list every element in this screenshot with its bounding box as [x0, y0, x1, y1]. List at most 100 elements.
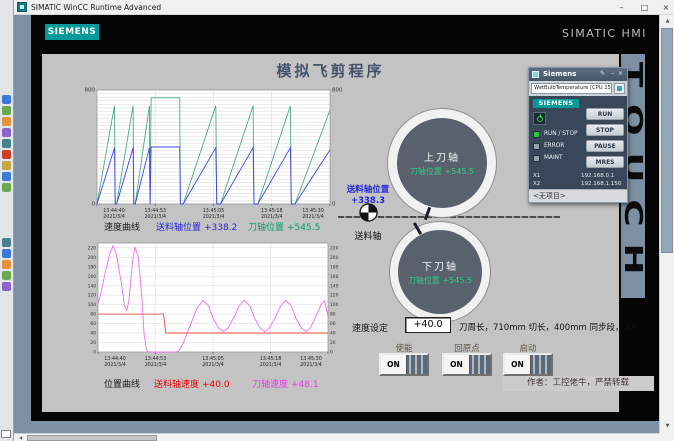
svg-text:2021/3/4: 2021/3/4 — [300, 362, 322, 368]
svg-text:13:45:05: 13:45:05 — [203, 208, 225, 214]
switch-grip — [531, 355, 551, 374]
svg-text:140: 140 — [330, 283, 339, 289]
feed-axis-label: 送料轴 — [338, 229, 398, 242]
svg-text:20: 20 — [90, 340, 96, 346]
background-app-icon — [2, 183, 11, 192]
desktop: SIMATIC WinCC Runtime Advanced – □ × SIE… — [0, 0, 674, 441]
svg-text:2021/3/4: 2021/3/4 — [202, 362, 224, 368]
maximize-button[interactable]: □ — [636, 0, 653, 15]
background-app-icon — [2, 238, 11, 247]
window-titlebar[interactable]: SIMATIC WinCC Runtime Advanced – □ × — [14, 0, 674, 15]
mres-button[interactable]: MRES — [586, 156, 624, 168]
upper-roller-name: 上刀轴 — [424, 149, 460, 164]
scroll-down-icon[interactable]: ▼ — [660, 420, 674, 433]
svg-text:800: 800 — [85, 88, 96, 94]
legend-item: 速度曲线 — [104, 220, 143, 233]
svg-text:220: 220 — [88, 245, 97, 251]
simatic-hmi-label: SIMATIC HMI — [562, 27, 647, 40]
plcsim-window: Siemens ✎ – × WetBulbTemperature [CPU 15… — [528, 67, 628, 203]
svg-text:13:45:30: 13:45:30 — [302, 208, 324, 214]
home-switch-group: 回原点 ON — [441, 342, 493, 378]
svg-text:2021/3/4: 2021/3/4 — [260, 362, 282, 368]
background-app-icon — [2, 271, 11, 280]
position-trend-chart: 2202202002001801801601601401401201201001… — [82, 238, 346, 374]
plcsim-instance-icon[interactable] — [614, 83, 625, 94]
svg-text:13:45:18: 13:45:18 — [260, 356, 282, 362]
run-button[interactable]: RUN — [586, 108, 624, 120]
plcsim-edit-icon[interactable]: ✎ — [600, 70, 605, 77]
background-app-icon — [2, 249, 11, 258]
svg-text:100: 100 — [88, 302, 97, 308]
stop-button[interactable]: STOP — [586, 124, 624, 136]
plcsim-siemens-logo: SIEMENS — [533, 99, 579, 108]
background-app-icon — [2, 106, 11, 115]
minimize-button[interactable]: – — [613, 0, 630, 15]
cut-parameters-text: 刀周长，710mm 切长，400mm 同步段，30° — [459, 321, 639, 333]
svg-text:180: 180 — [330, 264, 339, 270]
plcsim-close-icon[interactable]: × — [618, 70, 623, 77]
background-app-icon — [2, 161, 11, 170]
speed-setpoint-label: 速度设定 — [352, 321, 388, 334]
enable-switch[interactable]: ON — [379, 353, 429, 376]
error-led — [533, 143, 540, 150]
svg-text:2021/3/4: 2021/3/4 — [104, 362, 126, 368]
background-app-icon — [2, 117, 11, 126]
horizontal-scroll-thumb[interactable] — [27, 435, 157, 441]
plcsim-toolbar: WetBulbTemperature [CPU 1515-2 P — [529, 81, 627, 96]
background-app-icon — [2, 282, 11, 291]
vertical-scroll-thumb[interactable] — [661, 28, 673, 253]
svg-text:60: 60 — [330, 321, 336, 327]
svg-text:80: 80 — [330, 312, 336, 318]
svg-text:0: 0 — [92, 202, 96, 208]
home-switch[interactable]: ON — [442, 353, 492, 376]
plcsim-icon — [532, 71, 539, 78]
svg-text:0: 0 — [330, 350, 333, 356]
svg-text:13:45:18: 13:45:18 — [261, 208, 283, 214]
wincc-window: SIMATIC WinCC Runtime Advanced – □ × SIE… — [14, 0, 674, 441]
lower-roller-position: 刀轴位置 +545.5 — [408, 275, 472, 286]
svg-text:800: 800 — [332, 88, 343, 94]
svg-text:160: 160 — [330, 274, 339, 280]
legend-item: 送料轴位置+338.2 — [156, 220, 237, 233]
switch-grip — [470, 355, 490, 374]
close-button[interactable]: × — [658, 0, 674, 15]
background-app-icon — [2, 150, 11, 159]
svg-text:40: 40 — [330, 331, 336, 337]
scroll-left-icon[interactable]: ◀ — [14, 434, 27, 441]
start-switch[interactable]: ON — [503, 353, 553, 376]
plcsim-minimize-icon[interactable]: – — [611, 70, 614, 77]
author-credit: 作者：工控佬牛，严禁转载 — [502, 376, 654, 391]
svg-text:180: 180 — [88, 264, 97, 270]
maint-led — [533, 155, 540, 162]
plcsim-statusbar: <无项目> — [529, 189, 627, 202]
svg-text:60: 60 — [90, 321, 96, 327]
power-icon — [537, 116, 543, 122]
scrollbar-corner — [659, 433, 674, 441]
background-app-icon — [2, 128, 11, 137]
plcsim-body: SIEMENS RUN / STOP ERROR MAINT — [529, 96, 627, 191]
upper-roller-position: 刀轴位置 +545.5 — [410, 166, 474, 177]
lower-roller-name: 下刀轴 — [422, 258, 458, 273]
background-app-icon — [2, 139, 11, 148]
svg-text:13:44:53: 13:44:53 — [145, 356, 167, 362]
scroll-up-icon[interactable]: ▲ — [660, 15, 674, 28]
svg-text:0: 0 — [93, 350, 96, 356]
background-app-icon — [2, 260, 11, 269]
interface-x2: X2192.168.1.150 — [533, 181, 540, 187]
vertical-scrollbar[interactable]: ▲ ▼ — [659, 15, 674, 433]
power-button[interactable] — [533, 112, 546, 125]
svg-text:13:45:30: 13:45:30 — [300, 356, 322, 362]
speed-setpoint-input[interactable]: +40.0 — [405, 317, 451, 333]
svg-text:2021/3/4: 2021/3/4 — [145, 362, 167, 368]
svg-text:120: 120 — [330, 293, 339, 299]
legend-item: 刀轴速度+48.1 — [252, 377, 319, 390]
start-switch-group: 启动 ON — [502, 342, 554, 378]
pause-button[interactable]: PAUSE — [586, 140, 624, 152]
svg-text:140: 140 — [88, 283, 97, 289]
legend-item: 送料轴速度+40.0 — [154, 377, 230, 390]
plcsim-titlebar[interactable]: Siemens ✎ – × — [529, 68, 627, 81]
feed-axis-wheel-icon — [359, 203, 378, 222]
bezel-left-strip — [14, 15, 31, 433]
plcsim-instance-select[interactable]: WetBulbTemperature [CPU 1515-2 P — [531, 83, 612, 94]
horizontal-scrollbar[interactable]: ◀ — [14, 433, 659, 441]
